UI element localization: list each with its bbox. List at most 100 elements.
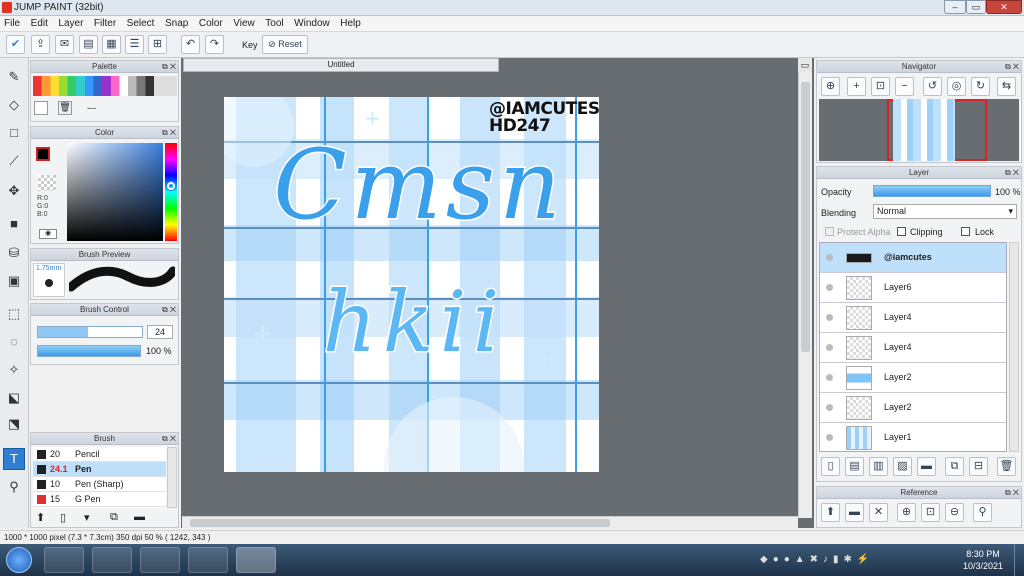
text-icon[interactable]: T: [3, 448, 25, 470]
layer-row[interactable]: Layer6: [820, 273, 1006, 303]
gradient-icon[interactable]: ▣: [3, 270, 25, 292]
layer-row[interactable]: @iamcutes: [820, 243, 1006, 273]
transparent-color[interactable]: [38, 175, 56, 191]
menu-file[interactable]: File: [0, 16, 24, 31]
fill-rect-icon[interactable]: ■: [3, 213, 25, 235]
select-pen-icon[interactable]: ⬕: [3, 387, 25, 409]
flip-icon[interactable]: ⇆: [997, 77, 1016, 96]
close-button[interactable]: ✕: [986, 0, 1022, 14]
horizontal-scroll-thumb[interactable]: [190, 519, 610, 527]
new-brush-icon[interactable]: ▯: [60, 511, 66, 524]
vertical-scroll-thumb[interactable]: [801, 82, 810, 352]
menu-tool[interactable]: Tool: [261, 16, 287, 31]
grid-icon[interactable]: ⊞: [148, 35, 167, 54]
lasso-icon[interactable]: ◌: [3, 331, 25, 353]
start-button[interactable]: [6, 547, 32, 573]
select-rect-icon[interactable]: ⬚: [3, 303, 25, 325]
brush-item[interactable]: 10 Pen (Sharp): [33, 477, 166, 492]
hue-handle[interactable]: [167, 182, 175, 190]
page-icon[interactable]: ▦: [102, 35, 121, 54]
clock[interactable]: 8:30 PM 10/3/2021: [958, 548, 1008, 572]
brush-opacity-slider[interactable]: [37, 345, 141, 357]
close-reference-icon[interactable]: ✕: [869, 503, 888, 522]
menu-color[interactable]: Color: [195, 16, 227, 31]
layer-list-scrollbar[interactable]: [1009, 242, 1019, 452]
lock-checkbox[interactable]: [961, 227, 970, 236]
rotate-left-icon[interactable]: ↺: [923, 77, 942, 96]
menu-icon[interactable]: ▾: [84, 511, 90, 524]
layer-row[interactable]: Layer2: [820, 363, 1006, 393]
check-icon[interactable]: ✔: [6, 35, 25, 54]
actual-size-icon[interactable]: ⊡: [871, 77, 890, 96]
menu-filter[interactable]: Filter: [90, 16, 120, 31]
move-icon[interactable]: ✥: [3, 180, 25, 202]
undo-icon[interactable]: ↶: [181, 35, 200, 54]
brush-item[interactable]: 15 G Pen: [33, 492, 166, 507]
navigator-preview[interactable]: [819, 99, 1019, 161]
color-picker[interactable]: [67, 143, 163, 241]
layer-properties-icon[interactable]: ▥: [869, 457, 888, 476]
zoom-in-icon[interactable]: +: [847, 77, 866, 96]
duplicate-layer-icon[interactable]: ⧉: [945, 457, 964, 476]
open-folder-icon[interactable]: ▬: [845, 503, 864, 522]
document-tab[interactable]: Untitled: [183, 58, 499, 72]
zoom-out-icon[interactable]: −: [895, 77, 914, 96]
visibility-icon[interactable]: [826, 404, 833, 411]
close-icon[interactable]: ⧉ ✕: [1005, 488, 1019, 498]
protect-alpha-checkbox[interactable]: [825, 227, 834, 236]
magic-wand-icon[interactable]: ✧: [3, 359, 25, 381]
rotate-right-icon[interactable]: ↻: [971, 77, 990, 96]
brush-size-slider[interactable]: [37, 326, 143, 338]
duplicate-icon[interactable]: ⧉: [110, 511, 118, 524]
zoom-in-icon[interactable]: ⊕: [897, 503, 916, 522]
close-icon[interactable]: ⧉ ✕: [162, 62, 176, 72]
media-player-icon[interactable]: [44, 547, 84, 573]
delete-layer-icon[interactable]: 🗑: [997, 457, 1016, 476]
brush-icon[interactable]: ✎: [3, 66, 25, 88]
eye-icon[interactable]: ◉: [39, 229, 57, 239]
bucket-icon[interactable]: ⛁: [3, 242, 25, 264]
canvas-menu-icon[interactable]: ▭: [798, 58, 812, 72]
visibility-icon[interactable]: [826, 314, 833, 321]
layer-row[interactable]: Layer1: [820, 423, 1006, 451]
layer-row[interactable]: Layer2: [820, 393, 1006, 423]
eyedropper-icon[interactable]: ⚲: [973, 503, 992, 522]
chrome-icon[interactable]: [140, 547, 180, 573]
document-icon[interactable]: ▤: [79, 35, 98, 54]
redo-icon[interactable]: ↷: [205, 35, 224, 54]
layer-opacity-slider[interactable]: [873, 185, 991, 197]
layer-row[interactable]: Layer4: [820, 333, 1006, 363]
fit-icon[interactable]: ⊡: [921, 503, 940, 522]
brush-list-scrollbar[interactable]: [167, 447, 177, 508]
visibility-icon[interactable]: [826, 254, 833, 261]
rectangle-icon[interactable]: □: [3, 122, 25, 144]
jump-paint-taskbar-icon[interactable]: [236, 547, 276, 573]
blending-select[interactable]: Normal ▾: [873, 204, 1017, 219]
internet-explorer-icon[interactable]: [92, 547, 132, 573]
menu-layer[interactable]: Layer: [54, 16, 87, 31]
visibility-icon[interactable]: [826, 374, 833, 381]
line-icon[interactable]: ⟋: [3, 150, 25, 172]
layer-row[interactable]: Layer4: [820, 303, 1006, 333]
reset-rotation-icon[interactable]: ◎: [947, 77, 966, 96]
palette-swatches[interactable]: [33, 76, 177, 96]
system-tray-icons[interactable]: ◆●●▲✖♪▮✱⚡: [760, 554, 940, 566]
menu-view[interactable]: View: [229, 16, 259, 31]
visibility-icon[interactable]: [826, 434, 833, 441]
trash-icon[interactable]: 🗑: [58, 101, 72, 115]
close-icon[interactable]: ⧉ ✕: [1005, 62, 1019, 72]
new-layer-menu-icon[interactable]: ▤: [845, 457, 864, 476]
close-icon[interactable]: ⧉ ✕: [162, 434, 176, 444]
brush-item[interactable]: 20 Pencil: [33, 447, 166, 462]
hue-slider[interactable]: [165, 143, 177, 241]
canvas-horizontal-scrollbar[interactable]: [182, 516, 798, 528]
menu-snap[interactable]: Snap: [161, 16, 192, 31]
menu-edit[interactable]: Edit: [27, 16, 52, 31]
new-layer-icon[interactable]: ▯: [821, 457, 840, 476]
eyedropper-icon[interactable]: ⚲: [3, 476, 25, 498]
maximize-button[interactable]: ▭: [966, 0, 986, 14]
zoom-out-icon[interactable]: ⊖: [945, 503, 964, 522]
app-green-icon[interactable]: [188, 547, 228, 573]
folder-icon[interactable]: ▬: [134, 511, 145, 523]
visibility-icon[interactable]: [826, 344, 833, 351]
